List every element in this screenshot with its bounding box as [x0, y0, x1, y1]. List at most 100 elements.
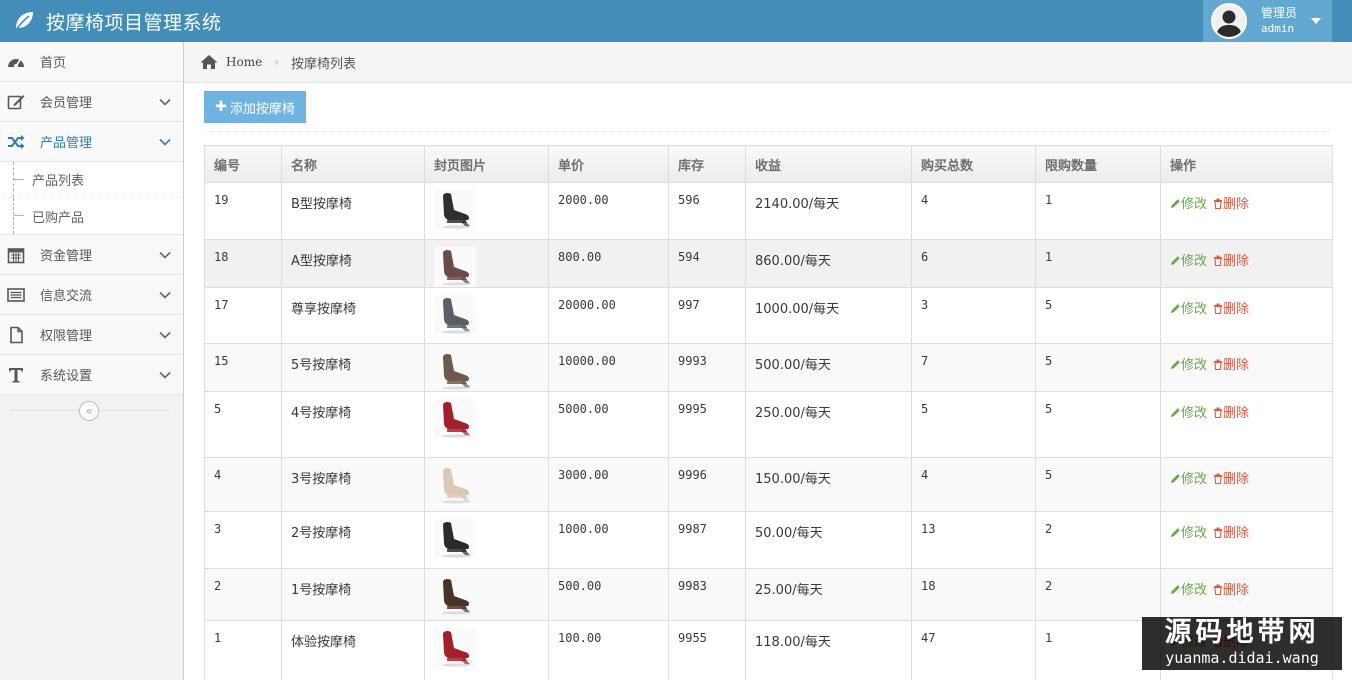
chevron-right-icon: ›	[274, 55, 279, 69]
edit-label: 修改	[1181, 358, 1208, 373]
table-cell-price: 2000.00	[548, 182, 669, 240]
double-angle-left-icon[interactable]: «	[79, 401, 99, 421]
edit-link[interactable]: 修改	[1170, 526, 1207, 541]
table-cell-name: A型按摩椅	[281, 239, 425, 288]
leaf-icon	[15, 12, 33, 31]
sidebar-item-label: 系统设置	[40, 369, 93, 384]
sidebar-item-settings[interactable]: 系统设置	[0, 355, 183, 395]
table-cell-total: 5	[911, 391, 1036, 458]
table-cell-id: 18	[204, 239, 282, 288]
sidebar-item-messages[interactable]: 信息交流	[0, 275, 183, 315]
sidebar-item-permissions[interactable]: 权限管理	[0, 315, 183, 355]
breadcrumb: Home › 按摩椅列表	[184, 42, 1352, 83]
breadcrumb-home[interactable]: Home	[226, 55, 262, 69]
massage-chair-image	[434, 519, 476, 559]
watermark-title: 源码地带网	[1164, 617, 1320, 648]
submenu-item-label: 已购产品	[32, 210, 85, 226]
table-cell-income: 25.00/每天	[745, 568, 912, 621]
massage-chair-image	[434, 576, 476, 616]
table-cell-id: 5	[204, 391, 282, 458]
edit-link[interactable]: 修改	[1170, 197, 1207, 212]
table-cell-id: 15	[204, 343, 282, 392]
table-cell-price: 100.00	[548, 620, 669, 680]
edit-link[interactable]: 修改	[1170, 302, 1207, 317]
table-cell-price: 800.00	[548, 239, 669, 288]
actions-cell: 修改删除	[1160, 511, 1333, 569]
cover-image-cell	[424, 182, 549, 240]
table-cell-income: 2140.00/每天	[745, 182, 912, 240]
delete-link[interactable]: 删除	[1213, 197, 1249, 212]
edit-label: 修改	[1181, 406, 1208, 421]
chevron-down-icon	[159, 371, 171, 379]
table-cell-limit: 5	[1035, 287, 1161, 344]
chevron-down-icon	[159, 251, 171, 259]
edit-icon	[7, 95, 25, 110]
submenu-item-purchased[interactable]: 已购产品	[0, 198, 183, 234]
sidebar-item-members[interactable]: 会员管理	[0, 82, 183, 122]
sidebar-item-products[interactable]: 产品管理	[0, 122, 183, 162]
edit-link[interactable]: 修改	[1170, 358, 1207, 373]
delete-label: 删除	[1223, 302, 1250, 317]
divider	[204, 131, 1331, 132]
brand[interactable]: 按摩椅项目管理系统	[12, 0, 222, 42]
table-cell-income: 860.00/每天	[745, 239, 912, 288]
table-cell-income: 118.00/每天	[745, 620, 912, 680]
edit-label: 修改	[1181, 302, 1208, 317]
edit-label: 修改	[1181, 526, 1208, 541]
sidebar-item-label: 信息交流	[40, 289, 93, 304]
sidebar-item-label: 资金管理	[40, 249, 93, 264]
table-cell-limit: 5	[1035, 457, 1161, 512]
submenu-item-product-list[interactable]: 产品列表	[0, 162, 183, 198]
edit-label: 修改	[1181, 197, 1208, 212]
sidebar-item-funds[interactable]: 资金管理	[0, 235, 183, 275]
column-header: 封页图片	[424, 145, 549, 183]
sidebar-item-label: 会员管理	[40, 96, 93, 111]
delete-link[interactable]: 删除	[1213, 302, 1249, 317]
delete-label: 删除	[1223, 406, 1250, 421]
sidebar-item-home[interactable]: 首页	[0, 42, 183, 82]
table-cell-stock: 9995	[668, 391, 746, 458]
actions-cell: 修改删除	[1160, 182, 1333, 240]
caret-down-icon[interactable]	[1311, 18, 1322, 24]
table-cell-total: 13	[911, 511, 1036, 569]
massage-chair-image	[434, 351, 476, 391]
column-header: 限购数量	[1035, 145, 1161, 183]
delete-link[interactable]: 删除	[1213, 472, 1249, 487]
edit-link[interactable]: 修改	[1170, 406, 1207, 421]
table-cell-id: 19	[204, 182, 282, 240]
edit-link[interactable]: 修改	[1170, 472, 1207, 487]
cover-image-cell	[424, 620, 549, 680]
delete-link[interactable]: 删除	[1213, 583, 1249, 598]
shuffle-icon	[8, 135, 25, 149]
table-cell-total: 18	[911, 568, 1036, 621]
sidebar-collapse-bar: «	[0, 395, 183, 427]
add-button-label: 添加按摩椅	[229, 101, 295, 117]
pencil-icon	[1171, 474, 1180, 483]
chevron-down-icon	[159, 98, 171, 106]
edit-link[interactable]: 修改	[1170, 254, 1207, 269]
trash-icon	[1214, 303, 1223, 315]
table-cell-stock: 9955	[668, 620, 746, 680]
table-cell-total: 4	[911, 182, 1036, 240]
trash-icon	[1214, 359, 1223, 371]
actions-cell: 修改删除	[1160, 343, 1333, 392]
avatar	[1211, 3, 1247, 39]
user-role: 管理员	[1261, 6, 1298, 20]
file-icon	[10, 326, 23, 344]
column-header: 操作	[1160, 145, 1333, 183]
pencil-icon	[1171, 256, 1180, 265]
user-menu[interactable]: 管理员 admin	[1203, 0, 1332, 42]
column-header: 编号	[204, 145, 282, 183]
delete-link[interactable]: 删除	[1213, 406, 1249, 421]
table-cell-price: 3000.00	[548, 457, 669, 512]
table-cell-price: 1000.00	[548, 511, 669, 569]
table-cell-income: 500.00/每天	[745, 343, 912, 392]
table-cell-total: 4	[911, 457, 1036, 512]
edit-link[interactable]: 修改	[1170, 583, 1207, 598]
delete-link[interactable]: 删除	[1213, 358, 1249, 373]
add-massage-chair-button[interactable]: ✚ 添加按摩椅	[204, 91, 306, 123]
delete-link[interactable]: 删除	[1213, 526, 1249, 541]
column-header: 单价	[548, 145, 669, 183]
delete-link[interactable]: 删除	[1213, 254, 1249, 269]
actions-cell: 修改删除	[1160, 239, 1333, 288]
